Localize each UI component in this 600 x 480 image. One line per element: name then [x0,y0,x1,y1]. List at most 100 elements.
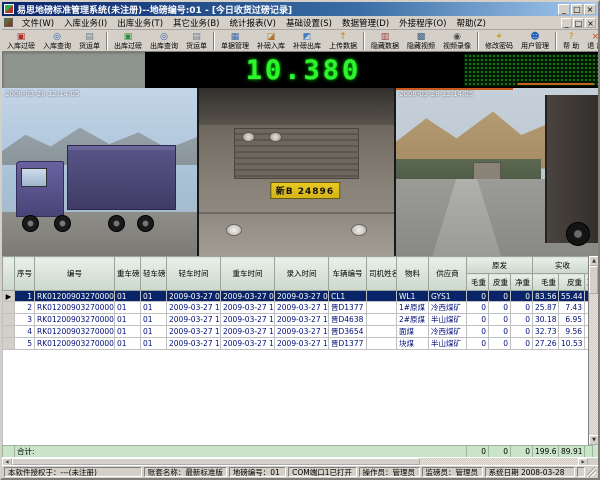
maximize-button[interactable]: □ [571,4,583,15]
vertical-scrollbar[interactable]: ▲ ▼ [588,256,598,445]
menu-item-8[interactable]: 帮助(Z) [451,17,490,29]
table-row[interactable]: 3RK012009032700000301012009-03-27 17:50:… [3,314,589,326]
toolbar-button-10[interactable]: ▥隐藏数据 [368,30,402,51]
table-empty-area [2,350,588,445]
menu-item-1[interactable]: 入库业务(I) [59,17,112,29]
menu-item-5[interactable]: 基础设置(S) [281,17,337,29]
toolbar-button-8[interactable]: ◩补磅出库 [290,30,324,51]
camera-left-feed[interactable]: 2008-03-28 12:14:05 [2,88,199,256]
mdi-minimize-button[interactable]: _ [561,18,572,28]
horizontal-scroll-track[interactable] [12,458,578,465]
camera-center-feed[interactable]: 新B 24896 [199,88,396,256]
toolbar-button-label: 用户管理 [521,42,549,50]
toolbar-button-13[interactable]: ✦修改密码 [482,30,516,51]
toolbar-button-6[interactable]: ▦单据管理 [218,30,252,51]
cell: 0 [489,314,511,326]
toolbar-button-2[interactable]: ▤货运单 [76,30,103,51]
cell: 55.44 [559,291,585,302]
row-selector[interactable] [3,302,15,314]
toolbar-button-7[interactable]: ◪补磅入库 [254,30,288,51]
column-header-10[interactable]: 供应商 [429,257,467,291]
totals-label: 合计: [15,446,467,458]
subcolumn-header-0-2[interactable]: 净重 [511,274,533,291]
horizontal-scroll-thumb[interactable] [12,458,420,465]
row-selector[interactable] [3,338,15,350]
toolbar-button-label: 帮 助 [563,42,579,50]
column-header-1[interactable]: 编号 [35,257,115,291]
scroll-down-icon[interactable]: ▼ [589,435,598,445]
column-header-0[interactable]: 序号 [15,257,35,291]
column-header-4[interactable]: 轻车时间 [167,257,221,291]
toolbar-button-16[interactable]: ×退 出 [584,30,600,51]
close-button[interactable]: × [584,4,596,15]
minimize-button[interactable]: _ [558,4,570,15]
toolbar-button-12[interactable]: ◉视频录像 [440,30,474,51]
mdi-restore-button[interactable]: □ [573,18,584,28]
cell: 2009-03-27 17:50:00 [167,314,221,326]
app-icon [4,4,14,14]
menu-item-6[interactable]: 数据管理(D) [337,17,394,29]
toolbar-button-15[interactable]: ?帮 助 [560,30,582,51]
totals-value: 0 [489,446,511,458]
subcolumn-header-0-0[interactable]: 毛重 [467,274,489,291]
toolbar-button-5[interactable]: ▤货运单 [183,30,210,51]
cell: 2009-03-27 17:46:00 [221,326,275,338]
toolbar-button-0[interactable]: ▣入库过磅 [4,30,38,51]
toolbar-button-11[interactable]: ▩隐藏视频 [404,30,438,51]
row-selector[interactable] [3,314,15,326]
cell: 2009-03-27 09:58:00 [275,291,329,302]
truck-bed [67,145,176,210]
scroll-up-icon[interactable]: ▲ [589,256,598,266]
table-row[interactable]: ▶1RK012009032700000101012009-03-27 09:58… [3,291,589,302]
column-header-6[interactable]: 录入时间 [275,257,329,291]
subcolumn-header-0-1[interactable]: 皮重 [489,274,511,291]
column-header-3[interactable]: 轻车磅号 [141,257,167,291]
toolbar-button-label: 入库过磅 [7,42,35,50]
outbound-search-icon: ◎ [160,32,168,42]
menu-item-2[interactable]: 出库业务(T) [112,17,168,29]
menu-item-4[interactable]: 统计报表(V) [224,17,280,29]
column-header-5[interactable]: 重车时间 [221,257,275,291]
row-selector[interactable]: ▶ [3,291,15,302]
column-header-2[interactable]: 重车磅号 [115,257,141,291]
toolbar-button-1[interactable]: ◎入库查询 [40,30,74,51]
toolbar-button-label: 退 出 [587,42,600,50]
cell: 01 [141,291,167,302]
subcolumn-header-1-1[interactable]: 皮重 [559,274,585,291]
mdi-close-button[interactable]: × [585,18,596,28]
menu-item-0[interactable]: 文件(W) [17,17,59,29]
cell: 晋D1377 [329,338,367,350]
cell [367,302,397,314]
cell: 10.53 [559,338,585,350]
cell: 1 [15,291,35,302]
cell: 3 [15,314,35,326]
resize-grip[interactable] [587,467,596,477]
vertical-scroll-thumb[interactable] [589,266,598,294]
vertical-scroll-track[interactable] [589,266,598,435]
cell: 2009-03-27 17:52:00 [167,338,221,350]
column-header-7[interactable]: 车辆编号 [329,257,367,291]
totals-bar: 合计:000199.689.91 [2,445,598,457]
table-row[interactable]: 2RK012009032700000201012009-03-27 17:44:… [3,302,589,314]
cell: 1#原煤 [397,302,429,314]
cell: 01 [115,314,141,326]
toolbar-button-4[interactable]: ◎出库查询 [147,30,181,51]
cell: 0 [467,338,489,350]
column-header-9[interactable]: 物料 [397,257,429,291]
toolbar-button-9[interactable]: ↑上传数据 [326,30,360,51]
subcolumn-header-1-0[interactable]: 毛重 [533,274,559,291]
camera-right-feed[interactable]: 2008-03-28 12:14:05 [396,88,598,256]
headlight [269,132,282,142]
menu-item-3[interactable]: 其它业务(B) [168,17,224,29]
row-selector[interactable] [3,326,15,338]
column-header-8[interactable]: 司机姓名 [367,257,397,291]
toolbar-button-14[interactable]: ☻用户管理 [518,30,552,51]
toolbar-button-3[interactable]: ▣出库过磅 [111,30,145,51]
cell: 01 [141,326,167,338]
table-row[interactable]: 4RK012009032700000401012009-03-27 17:51:… [3,326,589,338]
cell: 01 [141,338,167,350]
menu-item-7[interactable]: 外接程序(O) [394,17,451,29]
table-row[interactable]: 5RK012009032700000501012009-03-27 17:52:… [3,338,589,350]
cell: 0 [511,338,533,350]
horizontal-scrollbar[interactable]: ◀ ▶ [2,457,598,465]
